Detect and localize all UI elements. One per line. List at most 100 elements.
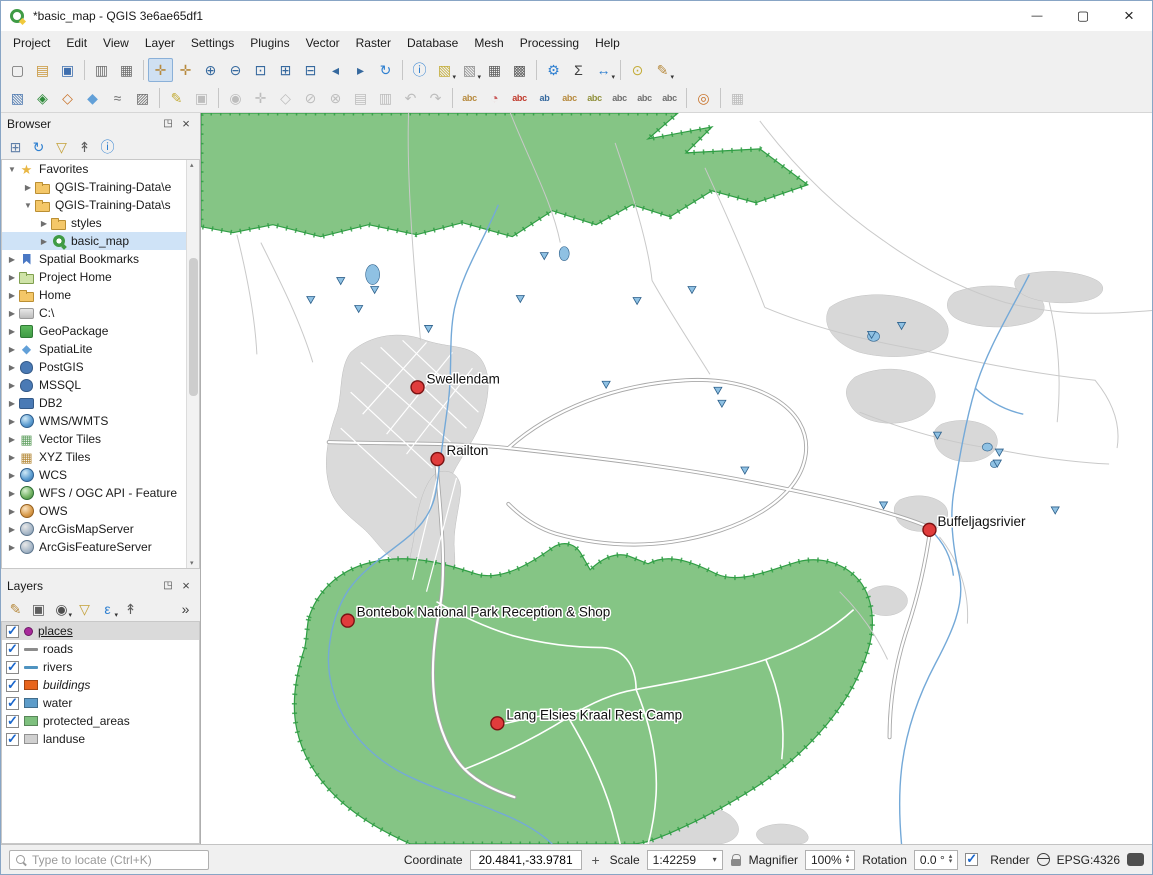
new-virtual-layer-icon[interactable]: ≈ xyxy=(105,86,130,110)
change-label-icon[interactable]: abc xyxy=(657,86,682,110)
menu-project[interactable]: Project xyxy=(5,33,58,53)
browser-item-mssql[interactable]: MSSQL xyxy=(2,376,199,394)
layer-labeling-options-icon[interactable]: abc xyxy=(457,86,482,110)
zoom-last-icon[interactable]: ◂ xyxy=(323,58,348,82)
browser-item-basic-map[interactable]: basic_map xyxy=(2,232,199,250)
browser-item-styles[interactable]: styles xyxy=(2,214,199,232)
new-spatialite-layer-icon[interactable]: ◆ xyxy=(80,86,105,110)
expander-icon[interactable] xyxy=(6,489,18,498)
open-layer-styling-icon[interactable]: ✎ xyxy=(4,598,27,620)
expander-icon[interactable] xyxy=(22,201,34,210)
show-layout-manager-icon[interactable]: ▦ xyxy=(114,58,139,82)
label-visibility-icon[interactable]: ab xyxy=(532,86,557,110)
pin-labels-icon[interactable]: abc xyxy=(557,86,582,110)
expander-icon[interactable] xyxy=(6,399,18,408)
browser-item-xyz-tiles[interactable]: XYZ Tiles xyxy=(2,448,199,466)
add-selected-layers-icon[interactable]: ⊞ xyxy=(4,136,27,158)
zoom-in-icon[interactable]: ⊕ xyxy=(198,58,223,82)
refresh-browser-icon[interactable]: ↻ xyxy=(27,136,50,158)
extents-toggle-icon[interactable] xyxy=(589,853,603,867)
layer-item-protected-areas[interactable]: protected_areas xyxy=(2,712,199,730)
layer-checkbox[interactable] xyxy=(6,643,19,656)
layer-item-roads[interactable]: roads xyxy=(2,640,199,658)
expander-icon[interactable] xyxy=(6,273,18,282)
browser-item-favorites[interactable]: Favorites xyxy=(2,160,199,178)
menu-layer[interactable]: Layer xyxy=(137,33,183,53)
identify-features-icon[interactable]: ⓘ xyxy=(407,58,432,82)
layer-checkbox[interactable] xyxy=(6,715,19,728)
coordinate-field[interactable] xyxy=(470,850,582,870)
panel-overflow-icon[interactable]: » xyxy=(174,598,197,620)
toggle-editing-icon[interactable]: ✎ xyxy=(164,86,189,110)
browser-item-geopackage[interactable]: GeoPackage xyxy=(2,322,199,340)
expand-collapse-tree-icon[interactable]: ↟ xyxy=(119,598,142,620)
layer-checkbox[interactable] xyxy=(6,625,19,638)
expander-icon[interactable] xyxy=(22,183,34,192)
scale-combobox[interactable]: 1:42259 xyxy=(647,850,723,870)
expander-icon[interactable] xyxy=(6,309,18,318)
select-features-icon[interactable]: ▧▾ xyxy=(432,58,457,82)
render-checkbox[interactable] xyxy=(965,853,978,866)
expander-icon[interactable] xyxy=(6,417,18,426)
browser-item-arcgis-feature-server[interactable]: ArcGisFeatureServer xyxy=(2,538,199,556)
map-tips-icon[interactable]: ⊙ xyxy=(625,58,650,82)
browser-item-home[interactable]: Home xyxy=(2,286,199,304)
browser-close-icon[interactable] xyxy=(178,116,194,132)
expander-icon[interactable] xyxy=(6,543,18,552)
processing-toolbox-icon[interactable]: ⚙ xyxy=(541,58,566,82)
layer-checkbox[interactable] xyxy=(6,697,19,710)
locate-input[interactable] xyxy=(32,853,203,867)
browser-item-training-data-e[interactable]: QGIS-Training-Data\e xyxy=(2,178,199,196)
browser-item-wcs[interactable]: WCS xyxy=(2,466,199,484)
browser-item-vector-tiles[interactable]: Vector Tiles xyxy=(2,430,199,448)
expander-icon[interactable] xyxy=(38,219,50,228)
browser-item-arcgis-map-server[interactable]: ArcGisMapServer xyxy=(2,520,199,538)
labeling-rules-icon[interactable]: abc xyxy=(507,86,532,110)
expander-icon[interactable] xyxy=(6,381,18,390)
browser-properties-icon[interactable]: ⓘ xyxy=(96,136,119,158)
place-marker-bontebok[interactable] xyxy=(341,614,354,627)
zoom-out-icon[interactable]: ⊖ xyxy=(223,58,248,82)
browser-item-wfs[interactable]: WFS / OGC API - Feature xyxy=(2,484,199,502)
expander-icon[interactable] xyxy=(6,471,18,480)
manage-map-themes-icon[interactable]: ◉▾ xyxy=(50,598,73,620)
expander-icon[interactable] xyxy=(38,237,50,246)
collapse-all-icon[interactable]: ↟ xyxy=(73,136,96,158)
zoom-full-icon[interactable]: ⊡ xyxy=(248,58,273,82)
zoom-to-selection-icon[interactable]: ⊞ xyxy=(273,58,298,82)
expander-icon[interactable] xyxy=(6,507,18,516)
move-label-icon[interactable]: abc xyxy=(607,86,632,110)
spinner-arrows-icon[interactable] xyxy=(846,855,850,863)
new-project-icon[interactable]: ▢ xyxy=(5,58,30,82)
coordinate-input[interactable] xyxy=(476,853,576,867)
menu-plugins[interactable]: Plugins xyxy=(242,33,297,53)
menu-raster[interactable]: Raster xyxy=(348,33,399,53)
place-marker-swellendam[interactable] xyxy=(411,381,424,394)
menu-mesh[interactable]: Mesh xyxy=(466,33,511,53)
messages-icon[interactable] xyxy=(1127,853,1144,866)
browser-float-icon[interactable] xyxy=(160,116,176,132)
expander-icon[interactable] xyxy=(6,363,18,372)
browser-item-spatial-bookmarks[interactable]: Spatial Bookmarks xyxy=(2,250,199,268)
scrollbar-thumb[interactable] xyxy=(189,258,198,396)
deselect-features-icon[interactable]: ▧▾ xyxy=(457,58,482,82)
layers-float-icon[interactable] xyxy=(160,578,176,594)
layer-checkbox[interactable] xyxy=(6,661,19,674)
zoom-to-layer-icon[interactable]: ⊟ xyxy=(298,58,323,82)
layer-item-buildings[interactable]: buildings xyxy=(2,676,199,694)
open-project-icon[interactable]: ▤ xyxy=(30,58,55,82)
highlight-pinned-labels-icon[interactable]: abc xyxy=(582,86,607,110)
filter-by-expression-icon[interactable]: ε▾ xyxy=(96,598,119,620)
place-marker-railton[interactable] xyxy=(431,453,444,466)
new-print-layout-icon[interactable]: ▥ xyxy=(89,58,114,82)
browser-item-training-data-s[interactable]: QGIS-Training-Data\s xyxy=(2,196,199,214)
menu-processing[interactable]: Processing xyxy=(512,33,587,53)
maximize-button[interactable] xyxy=(1060,1,1106,31)
measure-icon[interactable]: ↔▾ xyxy=(591,58,616,82)
map-canvas[interactable]: Swellendam Railton Buffeljagsrivier Bont… xyxy=(201,113,1152,844)
zoom-next-icon[interactable]: ▸ xyxy=(348,58,373,82)
osm-place-search-icon[interactable]: ◎ xyxy=(691,86,716,110)
layer-item-rivers[interactable]: rivers xyxy=(2,658,199,676)
expander-icon[interactable] xyxy=(6,525,18,534)
new-geopackage-layer-icon[interactable]: ◈ xyxy=(30,86,55,110)
